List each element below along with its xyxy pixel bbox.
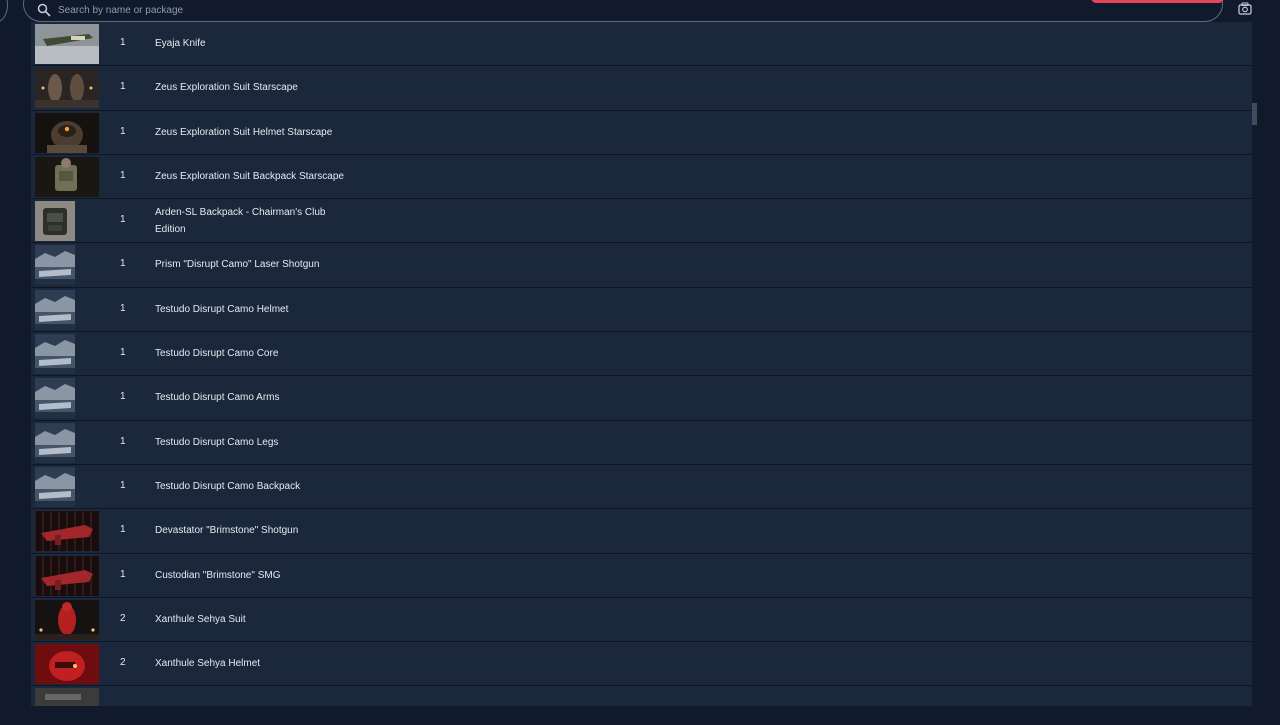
item-thumbnail <box>35 289 75 330</box>
search-bar[interactable] <box>23 0 1223 22</box>
item-thumbnail <box>35 555 99 596</box>
item-quantity: 2 <box>120 612 126 624</box>
list-item[interactable]: 1 Zeus Exploration Suit Starscape <box>31 66 1252 111</box>
item-list: 1 Eyaja Knife 1 Zeus Exploration Suit Stars… <box>31 22 1252 706</box>
item-name: Custodian "Brimstone" SMG <box>155 569 281 581</box>
item-thumbnail <box>35 68 99 109</box>
top-bar <box>0 0 1280 24</box>
item-quantity: 1 <box>120 258 126 270</box>
item-thumbnail <box>35 334 75 375</box>
item-name: Testudo Disrupt Camo Arms <box>155 392 280 404</box>
item-quantity: 1 <box>120 568 126 580</box>
item-name: Arden-SL Backpack - Chairman's Club Edit… <box>155 207 326 236</box>
item-name: Testudo Disrupt Camo Legs <box>155 436 279 448</box>
item-thumbnail <box>35 466 75 507</box>
item-quantity: 1 <box>120 37 126 48</box>
back-button[interactable] <box>0 0 8 22</box>
item-thumbnail <box>35 156 99 197</box>
primary-action-button[interactable] <box>1091 0 1224 3</box>
item-quantity: 1 <box>120 479 126 491</box>
item-thumbnail <box>35 644 99 685</box>
list-item[interactable]: 2 Xanthule Sehya Helmet <box>31 642 1252 687</box>
item-thumbnail <box>35 24 99 64</box>
item-name: Zeus Exploration Suit Starscape <box>155 82 298 94</box>
item-name: Eyaja Knife <box>155 38 206 49</box>
item-quantity: 1 <box>120 214 126 226</box>
item-thumbnail <box>35 422 75 463</box>
scrollbar-thumb[interactable] <box>1252 103 1257 125</box>
item-thumbnail <box>35 599 99 640</box>
item-thumbnail <box>35 511 99 552</box>
item-name: Zeus Exploration Suit Helmet Starscape <box>155 126 333 138</box>
item-thumbnail <box>35 201 75 242</box>
item-name: Testudo Disrupt Camo Backpack <box>155 480 301 492</box>
list-item[interactable]: 1 Testudo Disrupt Camo Backpack <box>31 464 1252 510</box>
list-item[interactable]: 1 Testudo Disrupt Camo Core <box>31 332 1252 377</box>
item-quantity: 1 <box>120 524 126 536</box>
screenshot-icon[interactable] <box>1238 2 1252 16</box>
list-item[interactable] <box>31 686 1252 706</box>
list-item[interactable]: 1 Zeus Exploration Suit Backpack Starscap… <box>31 154 1252 200</box>
item-name: Xanthule Sehya Suit <box>155 613 246 625</box>
item-name: Xanthule Sehya Helmet <box>155 658 261 670</box>
item-name: Testudo Disrupt Camo Core <box>155 348 279 360</box>
item-quantity: 1 <box>120 391 126 403</box>
list-item[interactable]: 1 Prism "Disrupt Camo" Laser Shotgun <box>31 243 1252 288</box>
item-quantity: 2 <box>120 657 126 669</box>
item-name: Devastator "Brimstone" Shotgun <box>155 525 299 537</box>
item-name: Testudo Disrupt Camo Helmet <box>155 303 289 315</box>
list-item[interactable]: 1 Devastator "Brimstone" Shotgun <box>31 509 1252 554</box>
item-quantity: 1 <box>120 125 126 137</box>
item-thumbnail <box>35 378 75 419</box>
item-thumbnail <box>35 245 75 286</box>
item-quantity: 1 <box>120 435 126 447</box>
list-item[interactable]: 1 Testudo Disrupt Camo Helmet <box>31 287 1252 333</box>
item-name: Prism "Disrupt Camo" Laser Shotgun <box>155 259 320 271</box>
list-item[interactable]: 1 Custodian "Brimstone" SMG <box>31 553 1252 598</box>
item-quantity: 1 <box>120 302 126 314</box>
search-input[interactable] <box>58 2 958 18</box>
list-item[interactable]: 1 Zeus Exploration Suit Helmet Starscape <box>31 110 1252 155</box>
list-item[interactable]: 1 Eyaja Knife <box>31 22 1252 67</box>
bottom-strip <box>0 706 1280 725</box>
search-icon <box>37 3 51 17</box>
item-quantity: 1 <box>120 169 126 181</box>
list-item[interactable]: 2 Xanthule Sehya Suit <box>31 597 1252 643</box>
item-quantity: 1 <box>120 81 126 93</box>
list-item[interactable]: 1 Arden-SL Backpack - Chairman's Club Edi… <box>31 199 1252 244</box>
item-thumbnail <box>35 112 99 153</box>
item-name: Zeus Exploration Suit Backpack Starscape <box>155 170 344 182</box>
item-quantity: 1 <box>120 347 126 359</box>
list-item[interactable]: 1 Testudo Disrupt Camo Legs <box>31 420 1252 465</box>
item-thumbnail <box>35 688 99 706</box>
list-item[interactable]: 1 Testudo Disrupt Camo Arms <box>31 376 1252 421</box>
